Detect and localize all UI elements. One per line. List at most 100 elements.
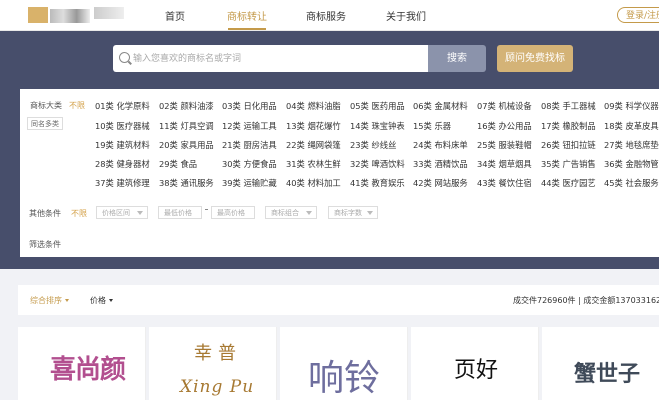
trademark-card[interactable]: 响铃 [280,327,408,400]
category-option[interactable]: 44类 医疗园艺 [541,177,596,189]
sort-price-label: 价格 [90,296,106,305]
category-option[interactable]: 01类 化学原料 [95,100,150,112]
char-count-select[interactable]: 商标字数 [328,206,378,219]
trademark-combo-select[interactable]: 商标组合 [265,206,317,219]
category-option[interactable]: 18类 皮革皮具 [604,120,659,132]
top-nav-bar: 首页 商标转让 商标服务 关于我们 登录/注册 [0,0,659,31]
site-logo[interactable] [28,7,128,23]
chevron-down-icon [367,211,373,215]
category-option[interactable]: 40类 材料加工 [286,177,341,189]
category-option[interactable]: 43类 餐饮住宿 [477,177,532,189]
trademark-card[interactable]: 喜尚颜 [18,327,146,400]
category-option[interactable]: 17类 橡胶制品 [541,120,596,132]
search-input[interactable] [133,45,423,72]
card-trademark-name: 响铃 [308,358,381,399]
category-option[interactable]: 07类 机械设备 [477,100,532,112]
category-option[interactable]: 39类 运输贮藏 [222,177,277,189]
category-option[interactable]: 14类 珠宝钟表 [350,120,405,132]
category-option[interactable]: 04类 燃料油脂 [286,100,341,112]
category-option[interactable]: 13类 烟花爆竹 [286,120,341,132]
category-option[interactable]: 15类 乐器 [413,120,451,132]
category-option[interactable]: 23类 纱线丝 [350,139,396,151]
card-trademark-subtitle: Xing Pu [180,377,255,397]
category-option[interactable]: 45类 社会服务 [604,177,659,189]
logo-mark [28,7,48,23]
range-dash [205,209,208,210]
sort-bar: 综合排序 价格 成交件726960件 | 成交金额1370331624 [18,285,659,315]
search-icon [119,52,130,63]
other-conditions-label: 其他条件 [29,209,61,218]
category-option[interactable]: 06类 金属材料 [413,100,468,112]
price-range-select[interactable]: 价格区间 [96,206,148,219]
category-filter-label: 商标大类 [30,101,62,110]
card-trademark-name: 蟹世子 [574,361,641,387]
category-option[interactable]: 02类 颜料油漆 [159,100,214,112]
trademark-card[interactable]: 蟹世子 [542,327,659,400]
category-unlimited-option[interactable]: 不限 [69,100,85,111]
search-button[interactable]: 搜索 [428,45,486,72]
category-option[interactable]: 10类 医疗器械 [95,120,150,132]
logo-blurred-text-2 [94,7,124,19]
trademark-card-list: 喜尚颜 幸普 Xing Pu 响铃 页好 蟹世子 [18,327,659,400]
nav-active-indicator [228,28,266,30]
category-option[interactable]: 12类 运输工具 [222,120,277,132]
category-option[interactable]: 36类 金融物管 [604,158,659,170]
consultant-find-button[interactable]: 顾问免费找标 [497,45,573,72]
nav-trademark-service[interactable]: 商标服务 [306,8,346,23]
char-count-select-label: 商标字数 [334,209,362,217]
category-option[interactable]: 28类 健身器材 [95,158,150,170]
card-trademark-name: 喜尚颜 [50,355,126,385]
logo-blurred-text [50,9,90,23]
price-range-select-label: 价格区间 [102,209,130,217]
category-option[interactable]: 41类 教育娱乐 [350,177,405,189]
category-option[interactable]: 16类 办公用品 [477,120,532,132]
category-option[interactable]: 33类 酒精饮品 [413,158,468,170]
sort-price[interactable]: 价格 [90,295,113,306]
nav-home[interactable]: 首页 [165,8,185,23]
chevron-down-icon [306,211,312,215]
selected-conditions-label: 筛选条件 [29,240,61,249]
nav-about-us[interactable]: 关于我们 [386,8,426,23]
category-option[interactable]: 22类 绳网袋篷 [286,139,341,151]
category-option[interactable]: 09类 科学仪器 [604,100,659,112]
category-option[interactable]: 21类 厨房洁具 [222,139,277,151]
max-price-input[interactable]: 最高价格 [211,206,255,219]
sort-composite[interactable]: 综合排序 [30,295,69,306]
similar-group-button[interactable]: 同名多类 [27,117,63,130]
category-option[interactable]: 25类 服装鞋帽 [477,139,532,151]
category-option[interactable]: 34类 烟草烟具 [477,158,532,170]
category-option[interactable]: 35类 广告销售 [541,158,596,170]
category-option[interactable]: 32类 啤酒饮料 [350,158,405,170]
filter-panel: 商标大类 不限 同名多类 01类 化学原料 02类 颜料油漆 03类 日化用品 04类… [20,89,659,257]
trademark-combo-select-label: 商标组合 [271,209,299,217]
login-register-button[interactable]: 登录/注册 [617,7,659,23]
chevron-down-icon [137,211,143,215]
category-option[interactable]: 05类 医药用品 [350,100,405,112]
other-unlimited-option[interactable]: 不限 [71,208,87,219]
category-option[interactable]: 31类 农林生鲜 [286,158,341,170]
category-option[interactable]: 26类 钮扣拉链 [541,139,596,151]
card-trademark-name: 页好 [454,358,499,383]
card-trademark-name: 幸普 [194,343,242,364]
category-option[interactable]: 20类 家具用品 [159,139,214,151]
category-option[interactable]: 37类 建筑修理 [95,177,150,189]
category-option[interactable]: 03类 日化用品 [222,100,277,112]
trademark-card[interactable]: 幸普 Xing Pu [149,327,277,400]
category-option[interactable]: 24类 布料床单 [413,139,468,151]
sort-composite-label: 综合排序 [30,296,62,305]
min-price-input[interactable]: 最低价格 [158,206,202,219]
search-box [113,45,428,72]
chevron-down-icon [65,299,69,302]
category-option[interactable]: 42类 网站服务 [413,177,468,189]
category-option[interactable]: 11类 灯具空调 [159,120,214,132]
category-option[interactable]: 38类 通讯服务 [159,177,214,189]
category-option[interactable]: 19类 建筑材料 [95,139,150,151]
nav-trademark-transfer[interactable]: 商标转让 [227,8,267,23]
category-option[interactable]: 27类 地毯席垫 [604,139,659,151]
category-option[interactable]: 30类 方便食品 [222,158,277,170]
trademark-card[interactable]: 页好 [411,327,539,400]
transaction-stats: 成交件726960件 | 成交金额1370331624 [513,296,659,305]
chevron-down-icon [109,299,113,302]
category-option[interactable]: 08类 手工器械 [541,100,596,112]
category-option[interactable]: 29类 食品 [159,158,197,170]
